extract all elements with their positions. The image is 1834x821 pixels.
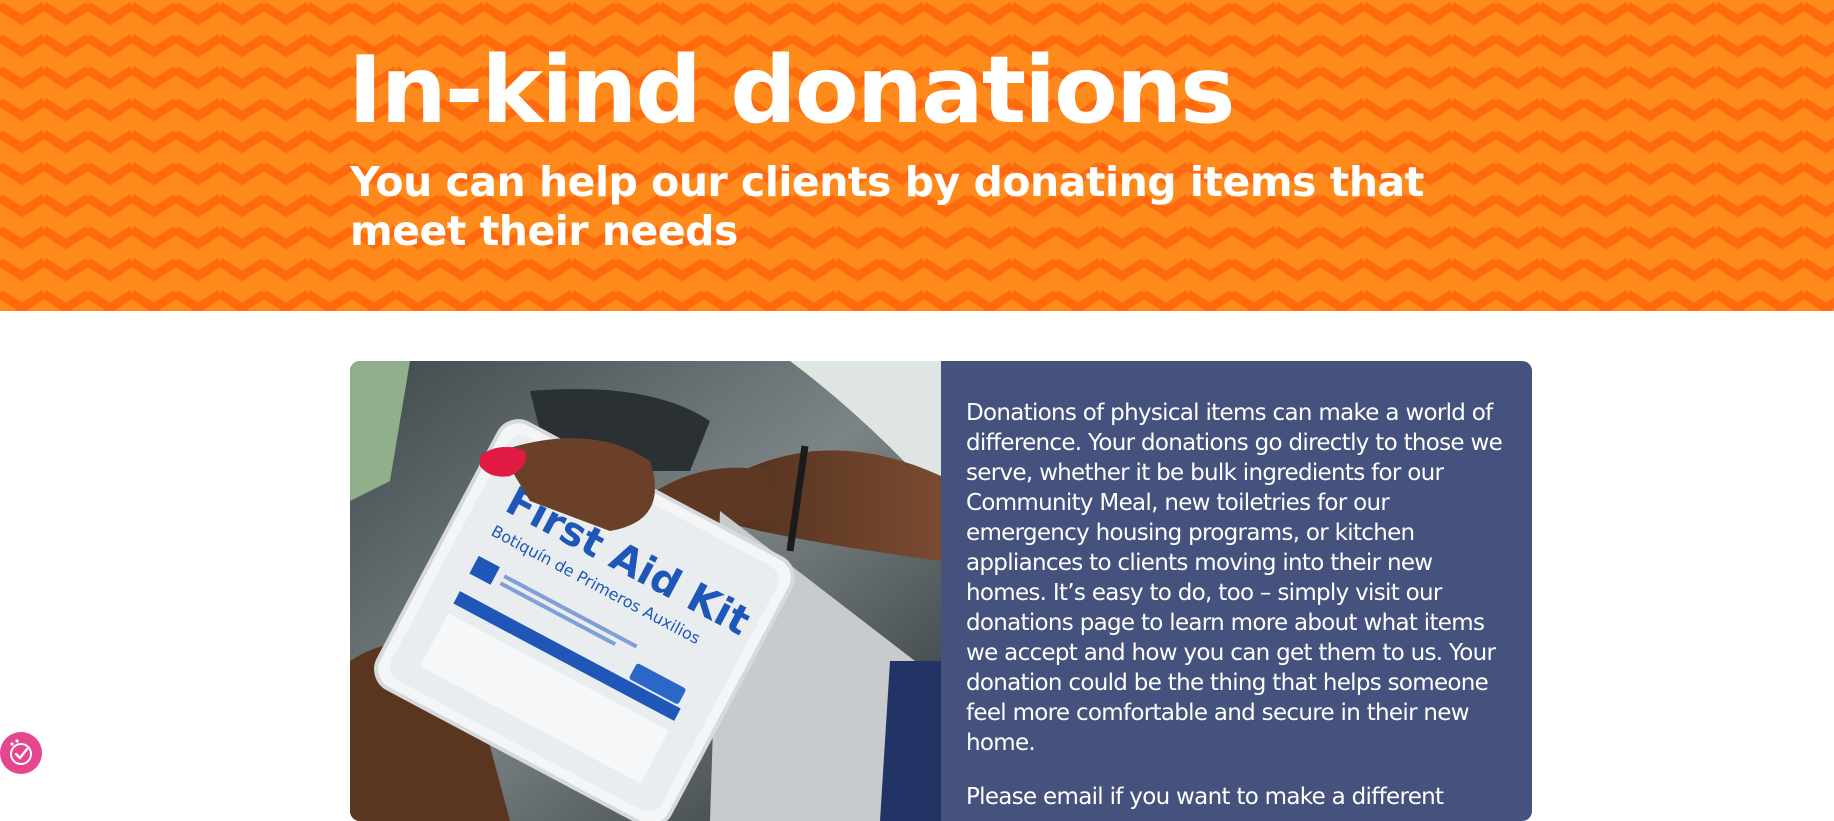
accessibility-widget-button[interactable] — [0, 732, 42, 774]
first-aid-kit-photo: First Aid Kit Botiquín de Primeros Auxil… — [350, 361, 941, 821]
page-title: In-kind donations — [348, 36, 1236, 144]
photo-illustration: First Aid Kit Botiquín de Primeros Auxil… — [350, 361, 941, 821]
card-text-panel: Donations of physical items can make a w… — [941, 361, 1532, 821]
card-paragraph-1: Donations of physical items can make a w… — [966, 400, 1503, 756]
hero-banner: In-kind donations You can help our clien… — [0, 0, 1834, 311]
accessibility-check-icon — [10, 739, 32, 765]
page-subtitle: You can help our clients by donating ite… — [350, 158, 1424, 255]
card-paragraph-2: Please email if you want to make a diffe… — [966, 784, 1444, 810]
donation-info-card: First Aid Kit Botiquín de Primeros Auxil… — [350, 361, 1532, 821]
